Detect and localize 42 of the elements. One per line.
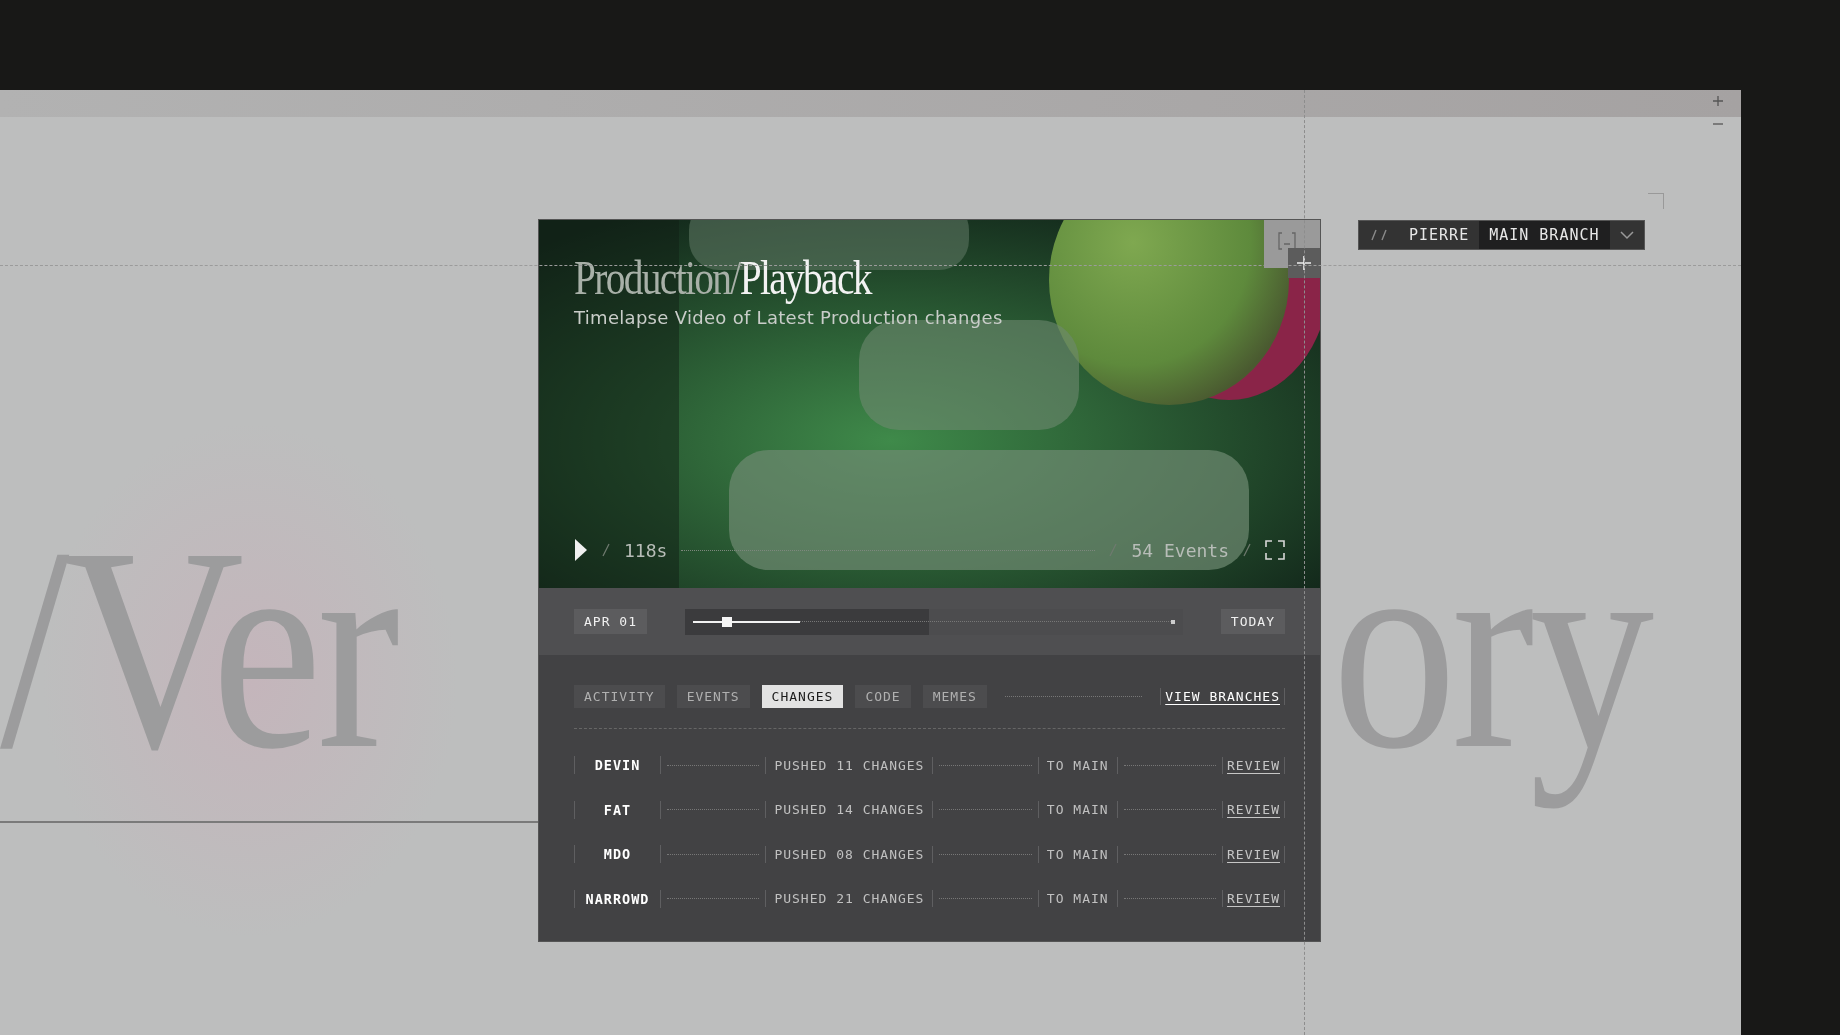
review-link[interactable]: REVIEW <box>1222 890 1285 908</box>
change-summary: PUSHED 08 CHANGES <box>765 845 934 863</box>
play-icon[interactable] <box>574 538 588 562</box>
author-name: MDO <box>574 845 661 864</box>
review-link[interactable]: REVIEW <box>1222 756 1285 774</box>
author-name: FAT <box>574 800 661 819</box>
slash-icon <box>602 543 610 557</box>
target-branch: TO MAIN <box>1037 845 1118 863</box>
review-link[interactable]: REVIEW <box>1222 801 1285 819</box>
today-button[interactable]: TODAY <box>1220 609 1285 634</box>
author-name: NARROWD <box>574 889 661 908</box>
change-summary: PUSHED 21 CHANGES <box>765 890 934 908</box>
target-branch: TO MAIN <box>1037 801 1118 819</box>
branch-selector[interactable]: PIERRE MAIN BRANCH <box>1358 220 1645 250</box>
event-count: 54 Events <box>1131 539 1229 561</box>
collapse-icon[interactable] <box>1278 232 1296 250</box>
author-name: DEVIN <box>574 756 661 775</box>
change-summary: PUSHED 11 CHANGES <box>765 756 934 774</box>
change-summary: PUSHED 14 CHANGES <box>765 801 934 819</box>
tab[interactable]: CODE <box>855 685 911 708</box>
slider-thumb[interactable] <box>721 616 732 627</box>
target-branch: TO MAIN <box>1037 756 1118 774</box>
view-branches-link[interactable]: VIEW BRANCHES <box>1160 688 1285 705</box>
subtitle: Timelapse Video of Latest Production changes <box>574 307 1004 328</box>
slash-icon <box>1243 543 1251 557</box>
tab[interactable]: MEMES <box>922 685 987 708</box>
tab[interactable]: EVENTS <box>676 685 750 708</box>
fullscreen-icon[interactable] <box>1265 540 1285 560</box>
duration-label: 118s <box>624 539 668 561</box>
review-link[interactable]: REVIEW <box>1222 845 1285 863</box>
tab[interactable]: CHANGES <box>761 685 844 708</box>
corner-bracket <box>1648 193 1664 209</box>
tab[interactable]: ACTIVITY <box>574 685 665 708</box>
page-title: Production/Playback <box>574 250 873 305</box>
start-date: APR 01 <box>574 609 647 634</box>
target-branch: TO MAIN <box>1037 890 1118 908</box>
chevron-down-icon <box>1619 230 1634 240</box>
dropdown-button[interactable] <box>1609 221 1644 249</box>
user-name: PIERRE <box>1399 221 1480 249</box>
branch-name: MAIN BRANCH <box>1479 221 1610 249</box>
plus-icon[interactable] <box>1713 96 1723 106</box>
double-slash-icon <box>1371 229 1387 241</box>
